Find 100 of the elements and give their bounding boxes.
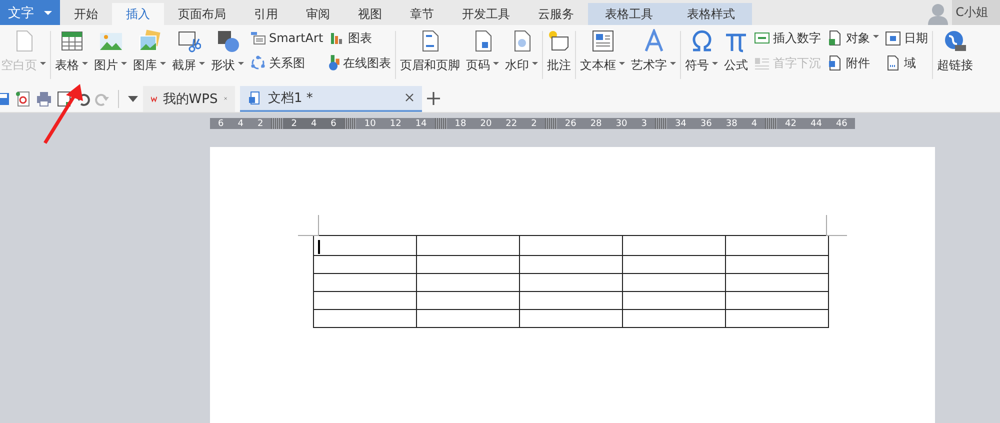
table-cell[interactable] (314, 292, 416, 310)
ribbon-button[interactable]: 日期 (885, 29, 928, 47)
document-tab[interactable]: 文档1 * (240, 86, 422, 112)
document-tab[interactable]: 我的WPS (143, 86, 235, 112)
ribbon-button[interactable]: 域 (885, 54, 928, 72)
table-cell[interactable] (622, 292, 726, 310)
table-cell[interactable] (520, 274, 622, 292)
table-cell[interactable] (520, 310, 622, 328)
ruler-number: 6 (218, 118, 224, 128)
ruler-number: 34 (674, 118, 686, 128)
ribbon-button[interactable]: 表格 (55, 29, 88, 85)
ribbon-tab[interactable]: 视图 (344, 3, 396, 25)
table-cell[interactable] (726, 256, 828, 274)
table-icon (60, 29, 84, 53)
ribbon-button[interactable]: 附件 (827, 54, 880, 72)
table-cell[interactable] (520, 292, 622, 310)
ribbon-button[interactable]: 图库 (133, 29, 166, 85)
close-icon[interactable] (405, 93, 414, 102)
ribbon-button[interactable]: 水印 (505, 29, 538, 85)
table-cell[interactable] (726, 292, 828, 310)
drop-cap-icon (754, 55, 770, 71)
ribbon-tab[interactable]: 章节 (396, 3, 448, 25)
new-tab-icon[interactable] (427, 92, 440, 105)
table-cell[interactable] (416, 310, 520, 328)
table-cell[interactable] (726, 310, 828, 328)
ruler-number: 2 (531, 118, 537, 128)
number-box-icon (754, 30, 770, 46)
ribbon-button[interactable]: SmartArt (250, 29, 324, 47)
table-cell[interactable] (622, 256, 726, 274)
ruler-number: 46 (836, 118, 848, 128)
app-menu-button[interactable]: 文字 (0, 0, 60, 25)
pdf-export-icon[interactable] (15, 90, 31, 106)
ribbon-tab[interactable]: 页面布局 (164, 3, 240, 25)
object-icon (827, 30, 844, 46)
table-cell[interactable] (622, 274, 726, 292)
ribbon-button[interactable]: 截屏 (172, 29, 205, 85)
attachment-icon (827, 55, 844, 71)
table-cell[interactable] (622, 310, 726, 328)
table-cell[interactable] (520, 256, 622, 274)
ribbon-button[interactable]: 形状 (211, 29, 244, 85)
table-cell[interactable] (726, 236, 828, 256)
user-name[interactable]: C小姐 (952, 0, 1000, 25)
table-cell[interactable] (314, 310, 416, 328)
dropdown-caret-icon[interactable] (128, 96, 138, 102)
table-cell[interactable] (622, 236, 726, 256)
ruler-number: 36 (700, 118, 712, 128)
ribbon-button[interactable]: 插入数字 (754, 29, 822, 47)
ruler-number: 30 (616, 118, 628, 128)
ruler-number: 20 (480, 118, 492, 128)
textbox-icon (590, 29, 615, 53)
ribbon-button[interactable]: 符号 (685, 29, 718, 85)
table-cell[interactable] (416, 236, 520, 256)
globe-icon (943, 29, 968, 53)
ruler-number: 10 (364, 118, 376, 128)
table-cell[interactable] (314, 236, 416, 256)
ribbon-button[interactable]: 页码 (466, 29, 500, 85)
ruler-number: 22 (506, 118, 518, 128)
table-cell[interactable] (314, 256, 416, 274)
gallery-icon (138, 29, 162, 53)
ribbon-button[interactable]: 图片 (94, 29, 127, 85)
ribbon-button[interactable]: 批注 (547, 29, 572, 85)
ribbon-button[interactable]: 公式 (724, 29, 748, 85)
ruler-number: 26 (564, 118, 576, 128)
ribbon-button[interactable]: 超链接 (937, 29, 974, 85)
calendar-icon (885, 30, 902, 46)
ribbon-tab[interactable]: 插入 (112, 3, 164, 25)
table-cell[interactable] (416, 274, 520, 292)
text-cursor (318, 240, 320, 254)
ribbon-tab[interactable]: 开发工具 (448, 3, 524, 25)
ruler[interactable]: 6 4 2 2 4 6 10 12 14 18 20 22 2 26 28 30 3 34 36 38 4 42 44 46 (210, 118, 856, 129)
ribbon-tab[interactable]: 审阅 (292, 3, 344, 25)
ribbon-button[interactable]: 图表 (329, 29, 392, 47)
save-icon[interactable] (0, 92, 10, 106)
document-icon (248, 90, 262, 104)
ruler-number: 3 (641, 118, 647, 128)
ribbon-button[interactable]: 在线图表 (329, 54, 392, 72)
ribbon-button[interactable]: 关系图 (250, 54, 324, 72)
table-cell[interactable] (416, 256, 520, 274)
ribbon-tab[interactable]: 引用 (240, 3, 292, 25)
table-cell[interactable] (520, 236, 622, 256)
ribbon-button[interactable]: 艺术字 (631, 29, 676, 85)
ribbon-button[interactable]: 对象 (827, 29, 880, 47)
ribbon-tab[interactable]: 云服务 (524, 3, 588, 25)
ribbon-tab[interactable]: 开始 (60, 3, 112, 25)
ruler-number: 4 (238, 118, 244, 128)
online-chart-icon (329, 55, 340, 71)
ruler-number: 14 (415, 118, 427, 128)
ribbon-tab[interactable]: 表格样式 (670, 3, 752, 25)
shapes-icon (216, 29, 240, 53)
print-icon[interactable] (36, 90, 52, 106)
cycle-icon (250, 55, 266, 71)
ruler-number: 6 (330, 118, 336, 128)
table-cell[interactable] (416, 292, 520, 310)
ribbon-button[interactable]: 文本框 (580, 29, 626, 85)
table-cell[interactable] (726, 274, 828, 292)
preview-icon[interactable] (57, 90, 71, 106)
ruler-number: 2 (257, 118, 264, 128)
ribbon-tab[interactable]: 表格工具 (588, 3, 670, 25)
ribbon-button[interactable]: 页眉和页脚 (400, 29, 460, 85)
table-cell[interactable] (314, 274, 416, 292)
